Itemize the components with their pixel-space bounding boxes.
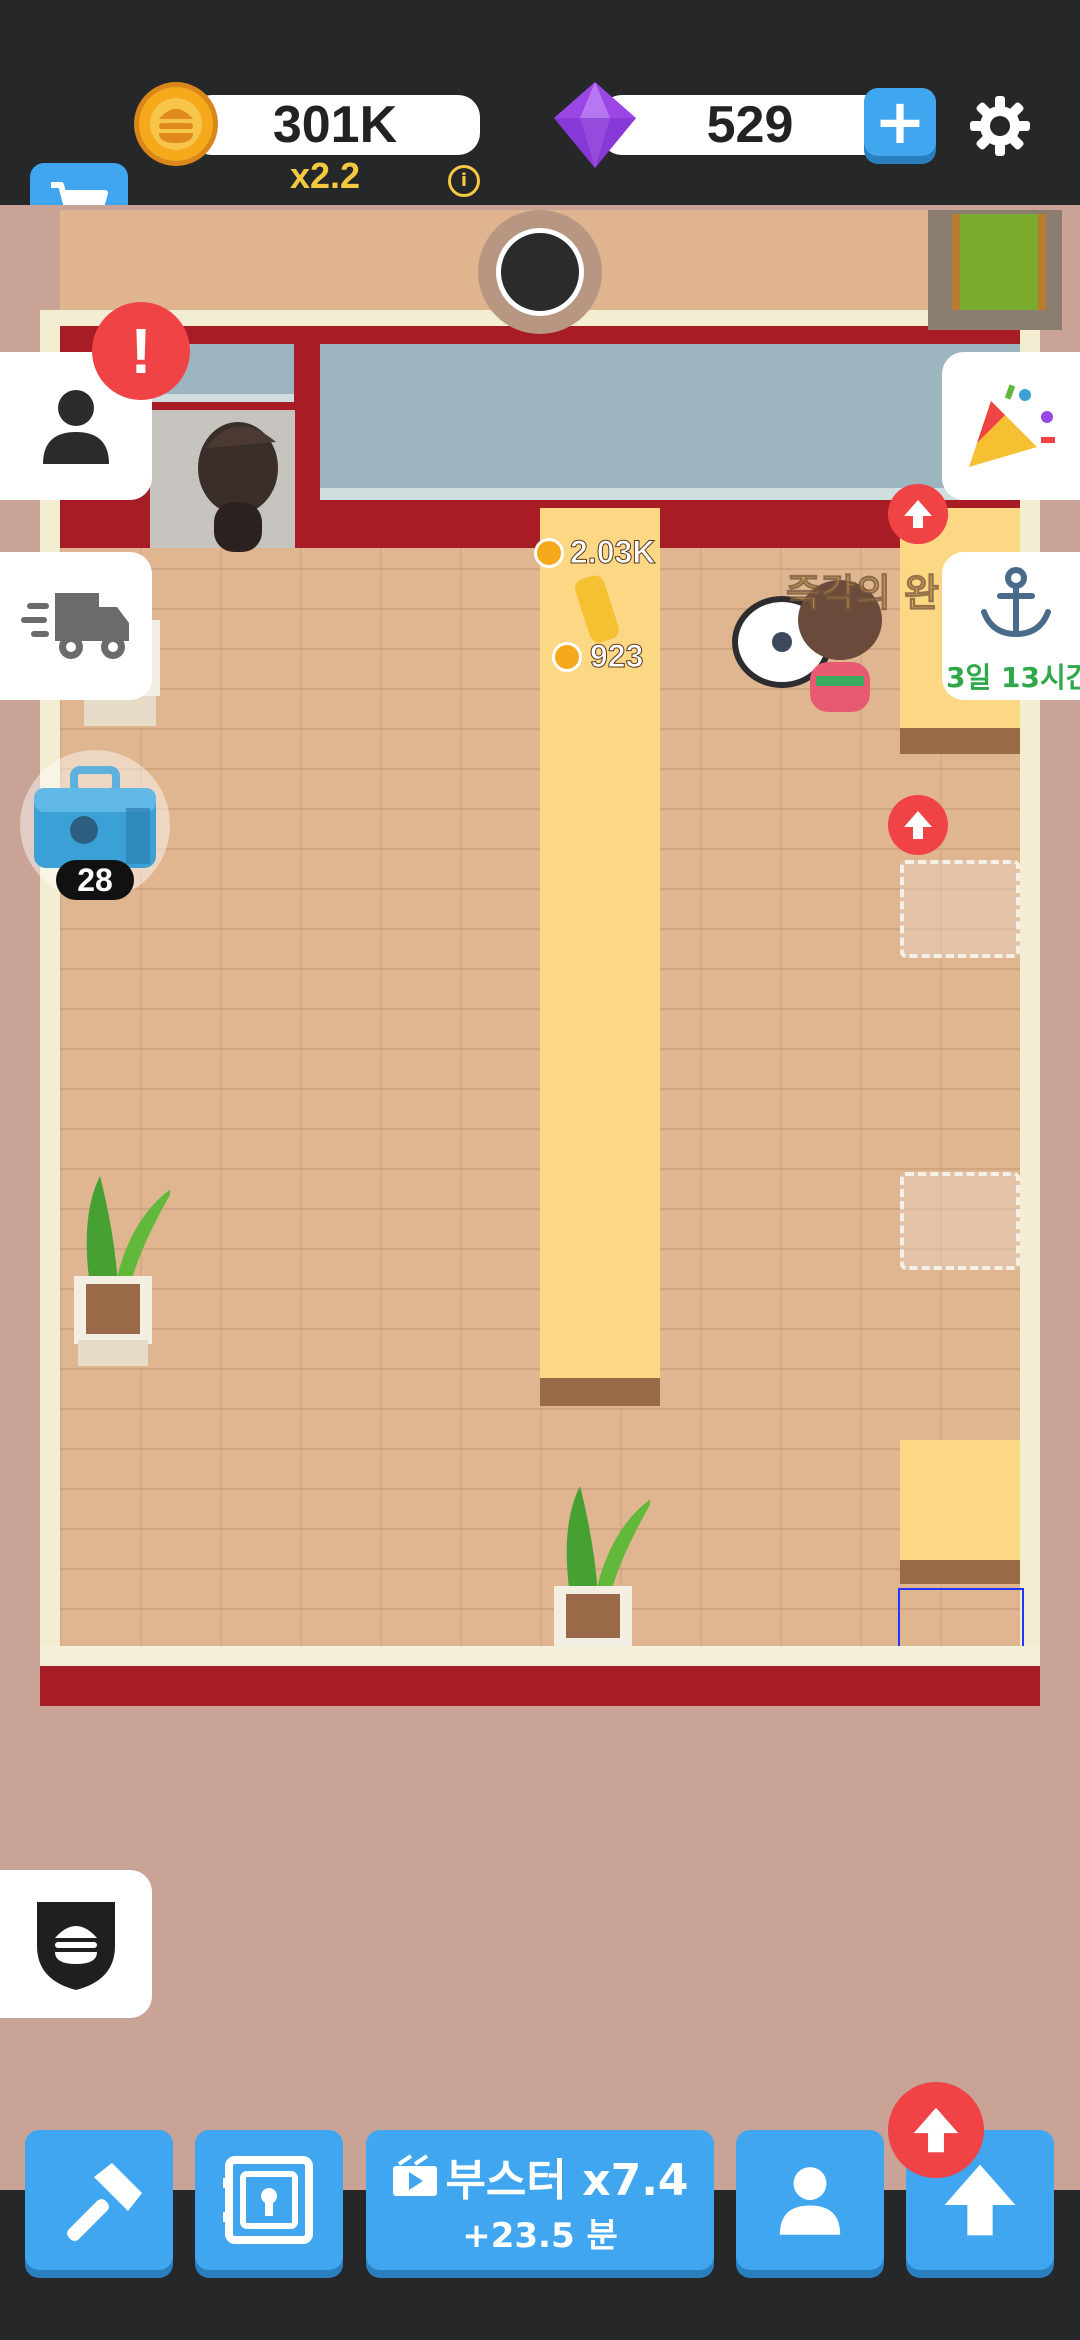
gem-counter[interactable]: 529 (600, 95, 900, 155)
floating-speech-text: 즉각의 완 (785, 571, 940, 616)
menu-tab[interactable] (0, 1870, 152, 2018)
safe-icon (223, 2156, 313, 2244)
lockbox-count-badge: 28 (56, 860, 134, 900)
arrow-up-icon (913, 2107, 959, 2153)
potted-plant (540, 1486, 655, 1656)
person-icon (43, 390, 109, 464)
potted-plant (60, 1176, 175, 1366)
gem-amount: 529 (706, 96, 794, 154)
event-timer: 3일 13시간 (946, 661, 1080, 694)
person-icon (779, 2167, 841, 2235)
right-counter-bottom[interactable] (900, 1440, 1020, 1584)
hedge (952, 214, 1046, 310)
arrow-up-icon (904, 811, 932, 839)
coin-icon (534, 538, 564, 568)
empty-table-slot[interactable] (900, 860, 1020, 958)
delivery-truck-icon (21, 593, 129, 659)
upgrade-arrow-button[interactable] (888, 484, 948, 544)
income-multiplier: x2.2 (290, 155, 361, 196)
arrow-up-icon (904, 500, 932, 528)
manhole (478, 210, 602, 334)
gem-icon (548, 78, 642, 176)
delivery-tab[interactable] (0, 552, 152, 700)
anchor-icon (976, 566, 1056, 646)
staff-button[interactable] (736, 2130, 884, 2270)
booster-button[interactable]: 부스터 x7.4 +23.5 분 (366, 2130, 714, 2270)
booster-label: 부스터 x7.4 (445, 2154, 689, 2206)
booster-duration: +23.5 분 (462, 2215, 618, 2256)
upgrade-arrow-button[interactable] (888, 795, 948, 855)
coin-icon (552, 642, 582, 672)
chef-character (196, 418, 280, 558)
party-popper-icon (969, 384, 1055, 467)
kitchen-window (320, 344, 1020, 500)
party-event-tab[interactable] (942, 352, 1080, 500)
selection-outline (898, 1588, 1024, 1652)
gear-icon[interactable] (966, 92, 1034, 164)
video-ad-icon (393, 2153, 438, 2196)
upgrade-notification-badge[interactable] (888, 2082, 984, 2178)
front-wall-top (40, 1646, 1040, 1666)
build-button[interactable] (25, 2130, 173, 2270)
alert-badge: ! (92, 302, 190, 400)
empty-table-slot[interactable] (900, 1172, 1020, 1270)
coin-amount: 301K (272, 96, 398, 154)
floating-coin-text: 923 (589, 638, 644, 675)
floating-coin-text: 2.03K (569, 534, 656, 571)
coin-icon (134, 82, 218, 166)
coin-counter[interactable]: 301K (190, 95, 480, 155)
burger-shield-icon (37, 1902, 115, 1990)
add-gems-button[interactable]: + (864, 88, 936, 156)
vault-button[interactable] (195, 2130, 343, 2270)
info-icon[interactable]: i (448, 165, 480, 197)
hammer-icon (67, 2163, 142, 2241)
